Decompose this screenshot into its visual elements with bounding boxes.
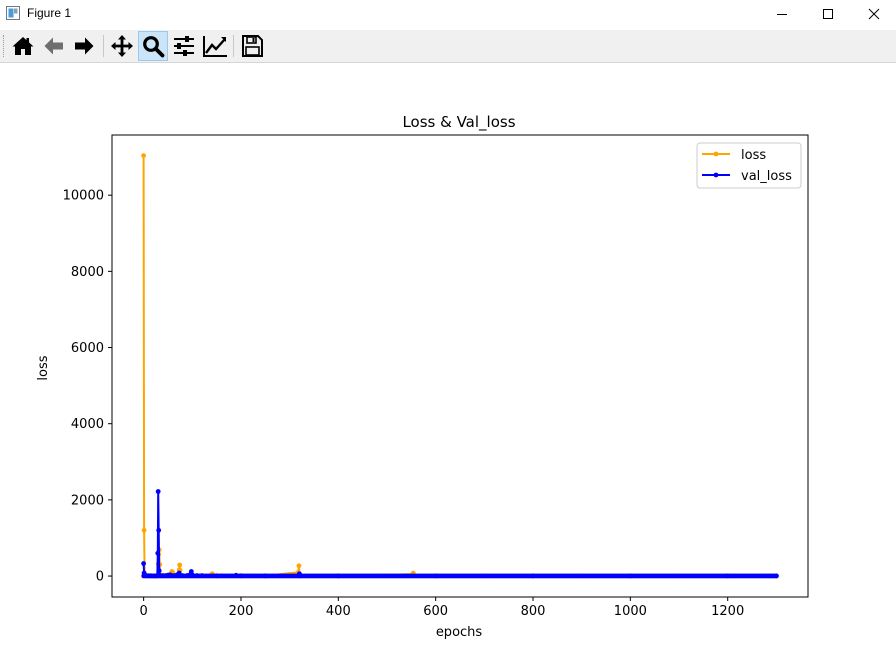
data-point <box>335 573 341 579</box>
chart-title: Loss & Val_loss <box>402 113 515 132</box>
legend-val-loss-marker <box>713 172 719 178</box>
y-tick-label: 2000 <box>71 493 104 508</box>
pan-move-icon <box>111 35 133 57</box>
data-point <box>141 153 147 158</box>
toolbar-grip <box>3 35 6 57</box>
toolbar-separator <box>103 35 104 57</box>
configure-subplots-icon <box>174 36 194 56</box>
window-title: Figure 1 <box>27 6 72 20</box>
zoom-button[interactable] <box>138 31 168 61</box>
data-point <box>141 561 147 566</box>
figure-app-icon <box>6 6 20 20</box>
axes-frame <box>111 134 809 598</box>
data-point <box>194 573 200 579</box>
y-tick-label: 8000 <box>71 265 104 280</box>
close-icon <box>868 8 880 20</box>
data-point <box>233 572 239 578</box>
data-point <box>530 573 536 579</box>
toolbar-separator <box>233 35 234 57</box>
data-point <box>214 573 220 579</box>
data-point <box>155 550 161 556</box>
data-point <box>189 572 195 578</box>
home-button[interactable] <box>8 31 38 61</box>
save-floppy-icon <box>242 35 263 57</box>
minimize-button[interactable] <box>759 0 805 28</box>
forward-arrow-icon <box>75 37 94 55</box>
navigation-toolbar <box>0 30 896 63</box>
data-point <box>627 573 633 579</box>
legend-val-loss-label: val_loss <box>741 169 792 184</box>
window-titlebar: Figure 1 <box>0 0 896 28</box>
data-point <box>156 527 162 533</box>
data-point <box>156 568 162 574</box>
data-point <box>155 489 161 494</box>
figure-canvas[interactable]: Loss & Val_loss 0 200 400 600 800 1000 1200 0 20… <box>0 63 896 661</box>
x-tick-label: 400 <box>326 604 351 619</box>
x-tick-label: 600 <box>423 604 448 619</box>
legend-loss-marker <box>713 151 719 157</box>
y-tick-label: 10000 <box>63 189 104 204</box>
maximize-button[interactable] <box>805 0 851 28</box>
data-point <box>177 562 183 568</box>
series-line-val-loss <box>142 491 777 577</box>
maximize-icon <box>823 9 833 19</box>
close-button[interactable] <box>851 0 896 28</box>
y-axis-label: loss <box>36 355 51 380</box>
data-point <box>180 573 186 579</box>
home-icon <box>12 37 34 55</box>
zoom-magnifier-icon <box>143 36 165 58</box>
data-point <box>725 573 731 579</box>
data-point <box>238 573 244 579</box>
edit-axis-button[interactable] <box>200 31 230 61</box>
data-point <box>185 573 190 578</box>
data-point <box>199 573 205 579</box>
x-tick-label: 1200 <box>711 604 744 619</box>
back-button[interactable] <box>39 31 69 61</box>
x-tick-label: 200 <box>229 604 254 619</box>
data-point <box>296 563 302 569</box>
back-arrow-icon <box>44 37 63 55</box>
forward-button[interactable] <box>69 31 99 61</box>
data-point <box>433 573 439 579</box>
legend-loss-label: loss <box>741 148 766 163</box>
legend: loss val_loss <box>696 142 802 189</box>
series-line-loss <box>142 155 777 577</box>
pan-button[interactable] <box>107 31 137 61</box>
edit-axis-lines-icon <box>203 36 227 57</box>
data-point <box>298 573 303 579</box>
data-point <box>262 573 268 579</box>
x-axis-label: epochs <box>436 625 483 640</box>
y-tick-label: 6000 <box>71 341 104 356</box>
configure-subplots-button[interactable] <box>169 31 199 61</box>
data-point <box>774 573 779 579</box>
x-tick-label: 800 <box>521 604 546 619</box>
x-tick-label: 1000 <box>614 604 647 619</box>
data-point <box>141 527 147 533</box>
x-tick-label: 0 <box>139 604 147 619</box>
y-tick-label: 4000 <box>71 417 104 432</box>
minimize-icon <box>777 14 787 15</box>
save-button[interactable] <box>237 31 267 61</box>
y-tick-label: 0 <box>96 570 104 585</box>
plot-area[interactable]: 0 200 400 600 800 1000 1200 0 2000 4000 6000 8000 10… <box>63 134 809 619</box>
